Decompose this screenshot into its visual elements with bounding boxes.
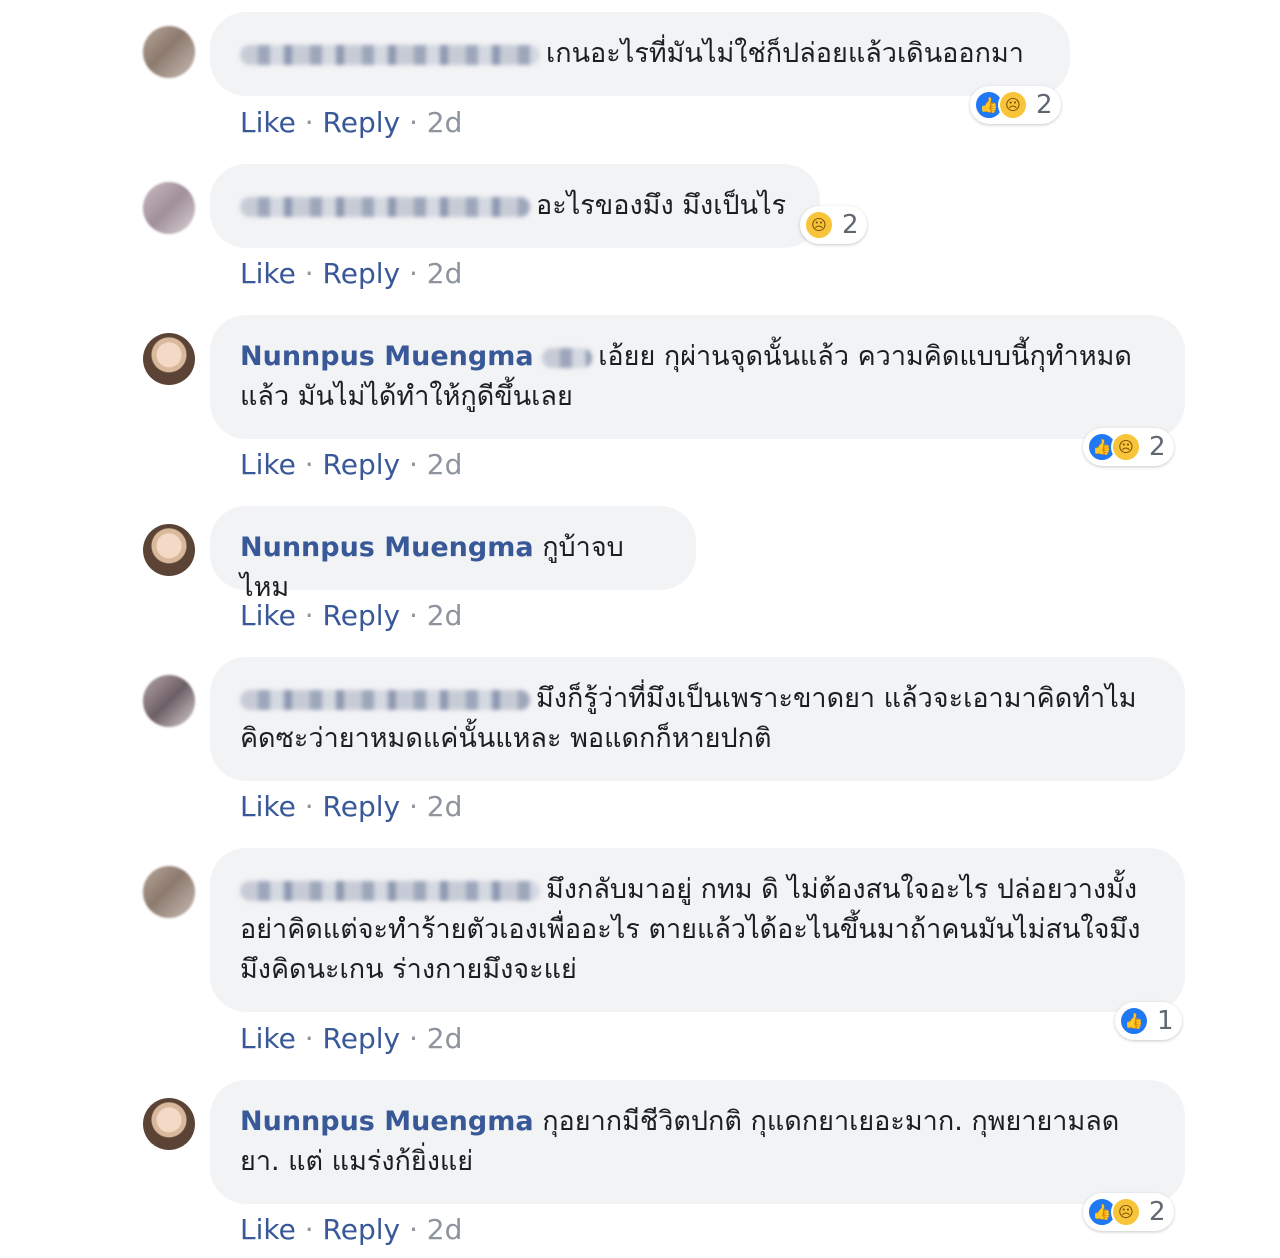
- blurred-mention[interactable]: [542, 347, 593, 368]
- reply-link[interactable]: Reply: [323, 599, 401, 632]
- like-link[interactable]: Like: [240, 790, 296, 823]
- reaction-summary[interactable]: 👍 1: [1115, 1002, 1182, 1040]
- comment-actions: Like · Reply · 2d: [240, 1022, 462, 1055]
- reaction-summary[interactable]: 👍 ☹ 2: [1083, 1193, 1174, 1231]
- comment-bubble: Nunnpus Muengma กุอยากมีชีวิตปกติ กุแดกย…: [210, 1080, 1185, 1204]
- reaction-count: 1: [1157, 1006, 1174, 1036]
- reaction-summary[interactable]: 👍 ☹ 2: [1083, 428, 1174, 466]
- reaction-summary[interactable]: 👍 ☹ 2: [970, 86, 1061, 124]
- comment-bubble: มึงกลับมาอยู่ กทม ดิ ไม่ต้องสนใจอะไร ปล่…: [210, 848, 1185, 1012]
- separator: ·: [295, 448, 323, 481]
- comment-bubble: อะไรของมึง มึงเป็นไร: [210, 164, 820, 248]
- reaction-count: 2: [1036, 90, 1053, 120]
- blurred-author-name[interactable]: [240, 44, 540, 65]
- like-link[interactable]: Like: [240, 448, 296, 481]
- author-name[interactable]: Nunnpus Muengma: [240, 1106, 534, 1137]
- avatar[interactable]: [143, 524, 195, 576]
- separator: ·: [295, 1022, 323, 1055]
- timestamp[interactable]: 2d: [427, 1213, 463, 1246]
- reply-link[interactable]: Reply: [323, 1213, 401, 1246]
- comment-actions: Like · Reply · 2d: [240, 790, 462, 823]
- comment-actions: Like · Reply · 2d: [240, 1213, 462, 1246]
- comment-text: อะไรของมึง มึงเป็นไร: [536, 190, 787, 221]
- blurred-author-name[interactable]: [240, 880, 540, 901]
- author-name[interactable]: Nunnpus Muengma: [240, 341, 534, 372]
- timestamp[interactable]: 2d: [427, 1022, 463, 1055]
- separator: ·: [295, 599, 323, 632]
- avatar[interactable]: [143, 1098, 195, 1150]
- comment-actions: Like · Reply · 2d: [240, 106, 462, 139]
- separator: ·: [400, 1022, 427, 1055]
- timestamp[interactable]: 2d: [427, 790, 463, 823]
- like-link[interactable]: Like: [240, 599, 296, 632]
- separator: ·: [400, 1213, 427, 1246]
- comment-actions: Like · Reply · 2d: [240, 599, 462, 632]
- comment-bubble: Nunnpus Muengma กูบ้าจบไหม: [210, 506, 696, 603]
- timestamp[interactable]: 2d: [427, 106, 463, 139]
- separator: ·: [400, 257, 427, 290]
- comment-bubble: Nunnpus Muengma เอ้ยย กุผ่านจุดนั้นแล้ว …: [210, 315, 1185, 439]
- comment-actions: Like · Reply · 2d: [240, 448, 462, 481]
- timestamp[interactable]: 2d: [427, 448, 463, 481]
- timestamp[interactable]: 2d: [427, 599, 463, 632]
- avatar[interactable]: [143, 26, 195, 78]
- avatar[interactable]: [143, 182, 195, 234]
- avatar[interactable]: [143, 333, 195, 385]
- reaction-count: 2: [1149, 432, 1166, 462]
- thumbs-up-icon: 👍: [1119, 1006, 1149, 1036]
- comment-actions: Like · Reply · 2d: [240, 257, 462, 290]
- separator: ·: [400, 106, 427, 139]
- like-link[interactable]: Like: [240, 257, 296, 290]
- like-link[interactable]: Like: [240, 106, 296, 139]
- comment-bubble: เกนอะไรที่มันไม่ใช่ก็ปล่อยแล้วเดินออกมา: [210, 12, 1070, 96]
- comment-bubble: มึงก็รู้ว่าที่มึงเป็นเพราะขาดยา แล้วจะเอ…: [210, 657, 1185, 781]
- like-link[interactable]: Like: [240, 1022, 296, 1055]
- sad-face-icon: ☹: [1111, 432, 1141, 462]
- separator: ·: [400, 448, 427, 481]
- sad-face-icon: ☹: [998, 90, 1028, 120]
- comment-text: เกนอะไรที่มันไม่ใช่ก็ปล่อยแล้วเดินออกมา: [546, 38, 1024, 69]
- reply-link[interactable]: Reply: [323, 790, 401, 823]
- separator: ·: [295, 106, 323, 139]
- blurred-author-name[interactable]: [240, 689, 530, 710]
- separator: ·: [295, 1213, 323, 1246]
- sad-face-icon: ☹: [804, 210, 834, 240]
- separator: ·: [295, 790, 323, 823]
- reply-link[interactable]: Reply: [323, 257, 401, 290]
- reaction-count: 2: [1149, 1197, 1166, 1227]
- separator: ·: [295, 257, 323, 290]
- blurred-author-name[interactable]: [240, 196, 530, 217]
- reply-link[interactable]: Reply: [323, 448, 401, 481]
- timestamp[interactable]: 2d: [427, 257, 463, 290]
- avatar[interactable]: [143, 866, 195, 918]
- like-link[interactable]: Like: [240, 1213, 296, 1246]
- reaction-count: 2: [842, 210, 859, 240]
- avatar[interactable]: [143, 675, 195, 727]
- author-name[interactable]: Nunnpus Muengma: [240, 532, 534, 563]
- sad-face-icon: ☹: [1111, 1197, 1141, 1227]
- separator: ·: [400, 599, 427, 632]
- reply-link[interactable]: Reply: [323, 106, 401, 139]
- reaction-summary[interactable]: ☹ 2: [800, 206, 867, 244]
- reply-link[interactable]: Reply: [323, 1022, 401, 1055]
- separator: ·: [400, 790, 427, 823]
